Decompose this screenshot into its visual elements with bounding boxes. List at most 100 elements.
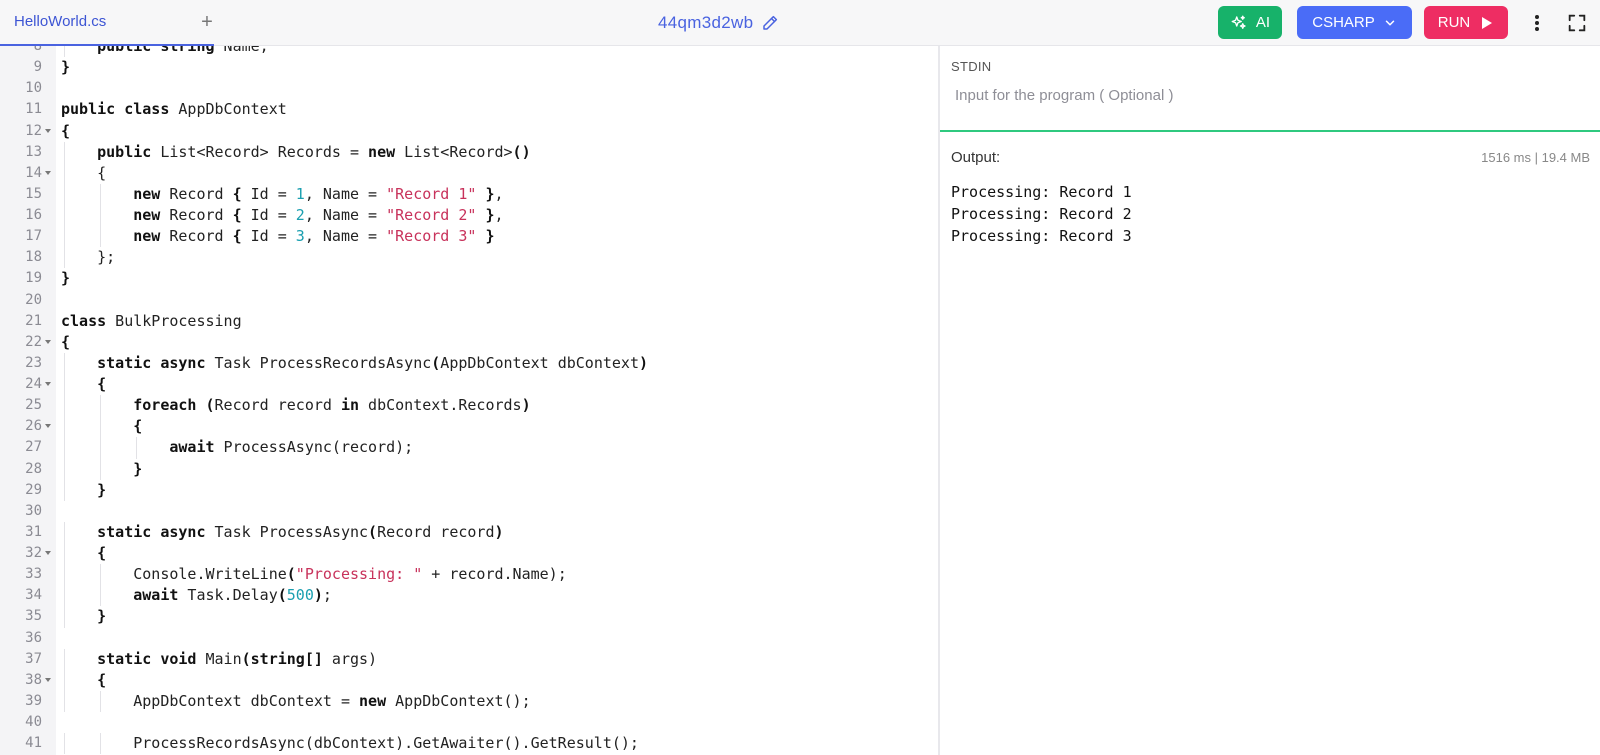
indent-guide xyxy=(64,162,65,184)
keyword-token: { xyxy=(97,670,107,689)
indent-guide xyxy=(64,183,65,205)
code-line[interactable]: 19} xyxy=(0,268,940,289)
indent-guide xyxy=(64,395,65,417)
stdin-input[interactable] xyxy=(951,80,1581,110)
stdin-label: STDIN xyxy=(951,59,992,74)
keyword-token: public xyxy=(61,100,116,119)
more-options-icon[interactable] xyxy=(1528,11,1546,35)
code-line[interactable]: 26 { xyxy=(0,416,940,438)
indent-guide xyxy=(64,690,65,712)
code-line[interactable]: 39 AppDbContext dbContext = new AppDbCont… xyxy=(0,690,940,712)
code-line[interactable]: 18}; xyxy=(0,247,940,269)
keyword-token: new xyxy=(368,142,396,161)
text-token: ; xyxy=(322,586,332,605)
code-line[interactable]: 37 static void Main(string[] args) xyxy=(0,648,940,670)
code-editor[interactable]: 8 public string Name; 9} 10 11 public class A… xyxy=(0,46,940,755)
fold-toggle-icon[interactable] xyxy=(45,424,51,429)
fold-toggle-icon[interactable] xyxy=(45,339,51,344)
code-line[interactable]: 28} xyxy=(0,458,940,480)
indent-guide xyxy=(64,606,65,628)
code-line[interactable]: 38 { xyxy=(0,669,940,691)
text-token: Id = xyxy=(241,184,296,203)
keyword-token: foreach xyxy=(133,396,197,415)
indent-guide xyxy=(100,437,102,459)
pencil-icon[interactable] xyxy=(761,14,779,32)
io-panel: STDIN Output: 1516 ms | 19.4 MB Processi… xyxy=(940,46,1600,755)
indent-guide xyxy=(64,141,65,163)
indent-guide xyxy=(64,46,65,58)
code-line[interactable]: 9} xyxy=(0,57,940,78)
file-tab[interactable]: HelloWorld.cs xyxy=(0,0,214,46)
language-select[interactable]: CSHARP xyxy=(1297,6,1412,39)
indent-guide xyxy=(64,374,65,396)
keyword-token: } xyxy=(97,480,107,499)
code-line[interactable]: 29} xyxy=(0,479,940,501)
keyword-token: } xyxy=(61,269,71,288)
code-line[interactable]: 34 await Task.Delay(500); xyxy=(0,585,940,607)
text-token: Record xyxy=(160,227,233,246)
code-line[interactable]: 22 { xyxy=(0,332,940,353)
code-line[interactable]: 25 foreach (Record record in dbContext.Re… xyxy=(0,395,940,417)
ai-button-label: AI xyxy=(1255,14,1271,31)
code-line[interactable]: 8 public string Name; xyxy=(0,46,940,58)
text-token: AppDbContext dbContext xyxy=(440,353,639,372)
code-line[interactable]: 14 { xyxy=(0,162,940,184)
code-line[interactable]: 23 static async Task ProcessRecordsAsync(… xyxy=(0,352,940,374)
code-line[interactable]: 33 Console.WriteLine("Processing: " + rec… xyxy=(0,564,940,586)
indent-guide xyxy=(64,521,65,543)
code-line[interactable]: 27 await ProcessAsync(record); xyxy=(0,437,940,459)
text-token: , Name = xyxy=(304,227,387,246)
code-line[interactable]: 35} xyxy=(0,606,940,628)
line-number: 15 xyxy=(25,185,42,202)
code-line[interactable]: 21 class BulkProcessing xyxy=(0,311,940,332)
fold-toggle-icon[interactable] xyxy=(45,677,51,682)
keyword-token: ) xyxy=(494,522,504,541)
keyword-token: new xyxy=(133,227,161,246)
keyword-token: ) xyxy=(521,396,531,415)
add-tab-button[interactable]: + xyxy=(196,10,218,34)
code-line[interactable]: 30 xyxy=(0,501,940,522)
code-line[interactable]: 10 xyxy=(0,78,940,99)
keyword-token: public xyxy=(97,142,152,161)
code-line[interactable]: 13 public List<Record> Records = new List… xyxy=(0,141,940,163)
code-line[interactable]: 12 { xyxy=(0,121,940,142)
code-line[interactable]: 15 new Record { Id = 1, Name = "Record 1"… xyxy=(0,183,940,205)
indent-guide xyxy=(64,733,65,755)
fold-toggle-icon[interactable] xyxy=(45,551,51,555)
code-line[interactable]: 40 xyxy=(0,712,940,733)
chevron-down-icon xyxy=(1383,16,1397,30)
code-text: { xyxy=(97,543,106,564)
code-line[interactable]: 20 xyxy=(0,290,940,311)
indent-guide xyxy=(100,395,102,417)
keyword-token: (string[] xyxy=(241,649,323,668)
line-number: 36 xyxy=(25,629,42,646)
line-number: 41 xyxy=(25,735,42,752)
fold-toggle-icon[interactable] xyxy=(45,170,51,175)
indent-guide xyxy=(64,352,65,374)
text-token: , Name = xyxy=(304,206,387,224)
text-token: ProcessRecordsAsync(dbContext).GetAwaite… xyxy=(133,734,639,753)
code-line[interactable]: 11 public class AppDbContext xyxy=(0,99,940,120)
code-line[interactable]: 24 { xyxy=(0,374,940,396)
run-button[interactable]: RUN xyxy=(1424,6,1508,39)
code-line[interactable]: 41 ProcessRecordsAsync(dbContext).GetAwai… xyxy=(0,733,940,755)
code-line[interactable]: 17 new Record { Id = 3, Name = "Record 3"… xyxy=(0,226,940,248)
line-number: 12 xyxy=(25,122,42,139)
code-text: await ProcessAsync(record); xyxy=(169,437,413,458)
code-line[interactable]: 36 xyxy=(0,628,940,649)
ai-button[interactable]: AI xyxy=(1218,6,1282,39)
project-name[interactable]: 44qm3d2wb xyxy=(658,13,753,33)
string-token: "Processing: " xyxy=(295,565,423,584)
fold-toggle-icon[interactable] xyxy=(45,382,51,386)
code-text: } xyxy=(97,606,106,627)
fold-toggle-icon[interactable] xyxy=(45,128,51,133)
fullscreen-icon[interactable] xyxy=(1566,12,1588,34)
keyword-token: } xyxy=(61,58,71,77)
code-line[interactable]: 16 new Record { Id = 2, Name = "Record 2"… xyxy=(0,205,940,227)
code-content[interactable]: 8 public string Name; 9} 10 11 public class A… xyxy=(0,46,940,755)
code-line[interactable]: 32 { xyxy=(0,543,940,565)
code-line[interactable]: 31 static async Task ProcessAsync(Record … xyxy=(0,521,940,543)
line-number: 35 xyxy=(25,608,42,625)
